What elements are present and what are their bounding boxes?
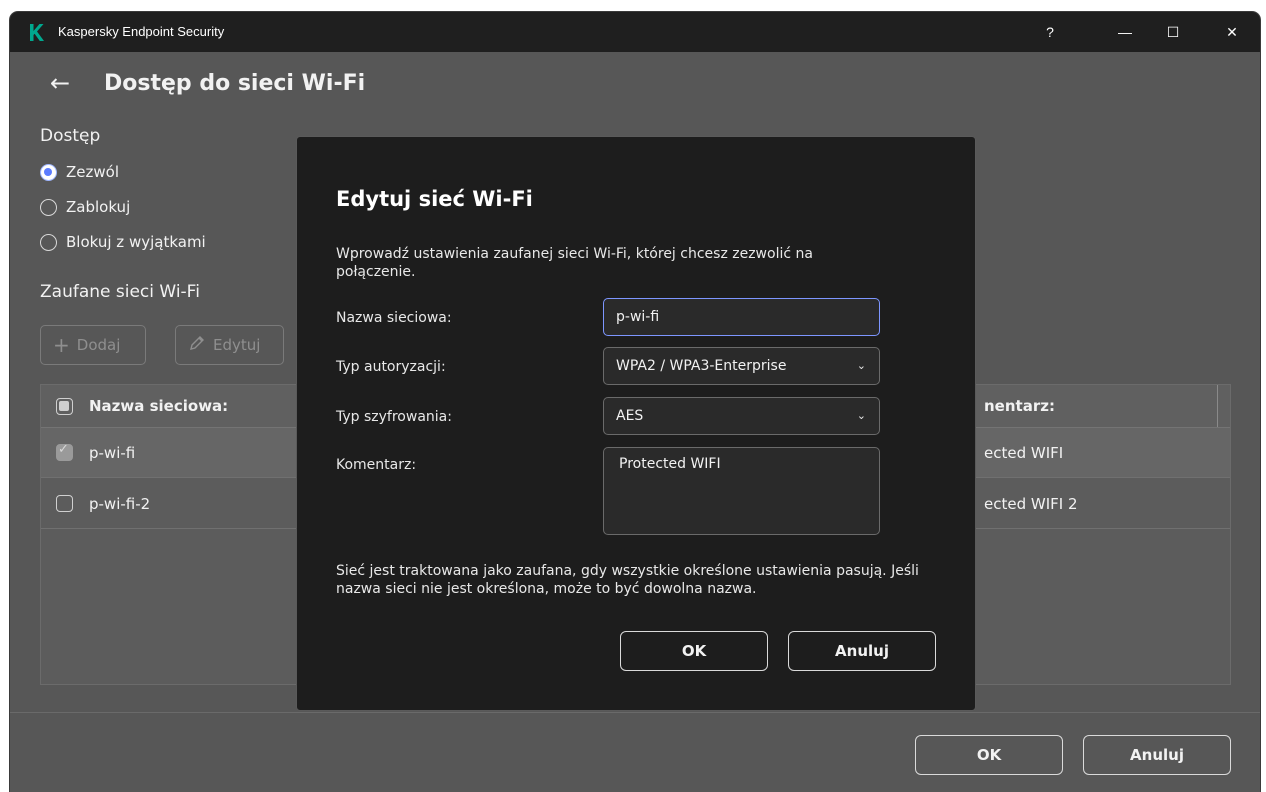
network-name-value: p-wi-fi xyxy=(616,309,660,325)
auth-type-value: WPA2 / WPA3-Enterprise xyxy=(616,358,787,374)
row-comment-cell: ected WIFI xyxy=(984,428,1063,477)
dialog-description: Wprowadź ustawienia zaufanej sieci Wi-Fi… xyxy=(336,246,813,280)
add-button-label: Dodaj xyxy=(76,336,121,354)
network-name-label: Nazwa sieciowa: xyxy=(336,310,452,326)
plus-icon: + xyxy=(53,333,70,357)
access-heading: Dostęp xyxy=(40,126,101,146)
minimize-icon: — xyxy=(1118,24,1132,40)
page-title: Dostęp do sieci Wi-Fi xyxy=(104,70,366,96)
footer-divider xyxy=(10,712,1260,713)
auth-type-label: Typ autoryzacji: xyxy=(336,359,446,375)
row-comment-cell: ected WIFI 2 xyxy=(984,479,1078,528)
page-header: ← Dostęp do sieci Wi-Fi xyxy=(50,69,365,97)
row-checkbox[interactable] xyxy=(56,495,73,512)
edit-button[interactable]: Edytuj xyxy=(175,325,284,365)
radio-block[interactable]: Zablokuj xyxy=(40,198,130,216)
trusted-heading: Zaufane sieci Wi-Fi xyxy=(40,282,200,302)
auth-type-select[interactable]: WPA2 / WPA3-Enterprise ⌄ xyxy=(603,347,880,385)
radio-block-with-exceptions[interactable]: Blokuj z wyjątkami xyxy=(40,233,206,251)
dialog-note: Sieć jest traktowana jako zaufana, gdy w… xyxy=(336,563,919,597)
edit-button-label: Edytuj xyxy=(213,336,261,354)
select-all-checkbox[interactable] xyxy=(56,397,73,415)
radio-allow-label: Zezwól xyxy=(66,163,119,181)
row-checkbox[interactable] xyxy=(56,442,73,461)
radio-block-label: Zablokuj xyxy=(66,198,131,216)
row-name: p-wi-fi xyxy=(89,443,136,462)
kaspersky-logo-icon xyxy=(30,24,44,41)
row-comment: ected WIFI xyxy=(984,443,1064,462)
row-name-cell: p-wi-fi-2 xyxy=(56,479,150,528)
encryption-type-label: Typ szyfrowania: xyxy=(336,409,452,425)
comment-label: Komentarz: xyxy=(336,457,417,473)
close-button[interactable]: ✕ xyxy=(1212,18,1252,46)
pencil-icon xyxy=(188,333,206,357)
chevron-down-icon: ⌄ xyxy=(856,409,866,422)
close-icon: ✕ xyxy=(1226,23,1238,40)
dialog-title: Edytuj sieć Wi-Fi xyxy=(336,187,533,211)
header-comment-cell[interactable]: nentarz: xyxy=(984,385,1055,427)
radio-block-exceptions-label: Blokuj z wyjątkami xyxy=(66,233,206,251)
column-divider[interactable] xyxy=(1217,385,1218,427)
row-name-cell: p-wi-fi xyxy=(56,428,135,477)
footer-ok-button[interactable]: OK xyxy=(915,735,1063,775)
encryption-type-select[interactable]: AES ⌄ xyxy=(603,397,880,435)
maximize-icon: ☐ xyxy=(1166,23,1180,40)
help-button[interactable]: ? xyxy=(1030,18,1070,46)
maximize-button[interactable]: ☐ xyxy=(1153,18,1193,46)
dialog-cancel-button[interactable]: Anuluj xyxy=(788,631,936,671)
encryption-type-value: AES xyxy=(616,408,644,424)
comment-textarea[interactable]: Protected WIFI xyxy=(603,447,880,535)
radio-selected-icon xyxy=(40,163,57,181)
add-button[interactable]: + Dodaj xyxy=(40,325,146,365)
network-name-input[interactable]: p-wi-fi xyxy=(603,298,880,336)
radio-empty-icon xyxy=(40,233,57,251)
radio-allow[interactable]: Zezwól xyxy=(40,163,119,181)
row-name: p-wi-fi-2 xyxy=(89,494,151,513)
dialog-ok-button[interactable]: OK xyxy=(620,631,768,671)
back-arrow-icon[interactable]: ← xyxy=(50,69,80,97)
edit-wifi-dialog: Edytuj sieć Wi-Fi Wprowadź ustawienia za… xyxy=(296,136,976,711)
footer-cancel-button[interactable]: Anuluj xyxy=(1083,735,1231,775)
header-name-label: Nazwa sieciowa: xyxy=(89,397,229,415)
window-title: Kaspersky Endpoint Security xyxy=(58,24,225,39)
row-comment: ected WIFI 2 xyxy=(984,494,1078,513)
comment-value: Protected WIFI xyxy=(619,456,721,472)
help-icon: ? xyxy=(1046,24,1054,40)
title-bar: Kaspersky Endpoint Security ? — ☐ ✕ xyxy=(10,12,1260,52)
header-name-cell[interactable]: Nazwa sieciowa: xyxy=(56,385,228,427)
minimize-button[interactable]: — xyxy=(1105,18,1145,46)
chevron-down-icon: ⌄ xyxy=(856,359,866,372)
header-comment-label: nentarz: xyxy=(984,397,1055,415)
radio-empty-icon xyxy=(40,198,57,216)
